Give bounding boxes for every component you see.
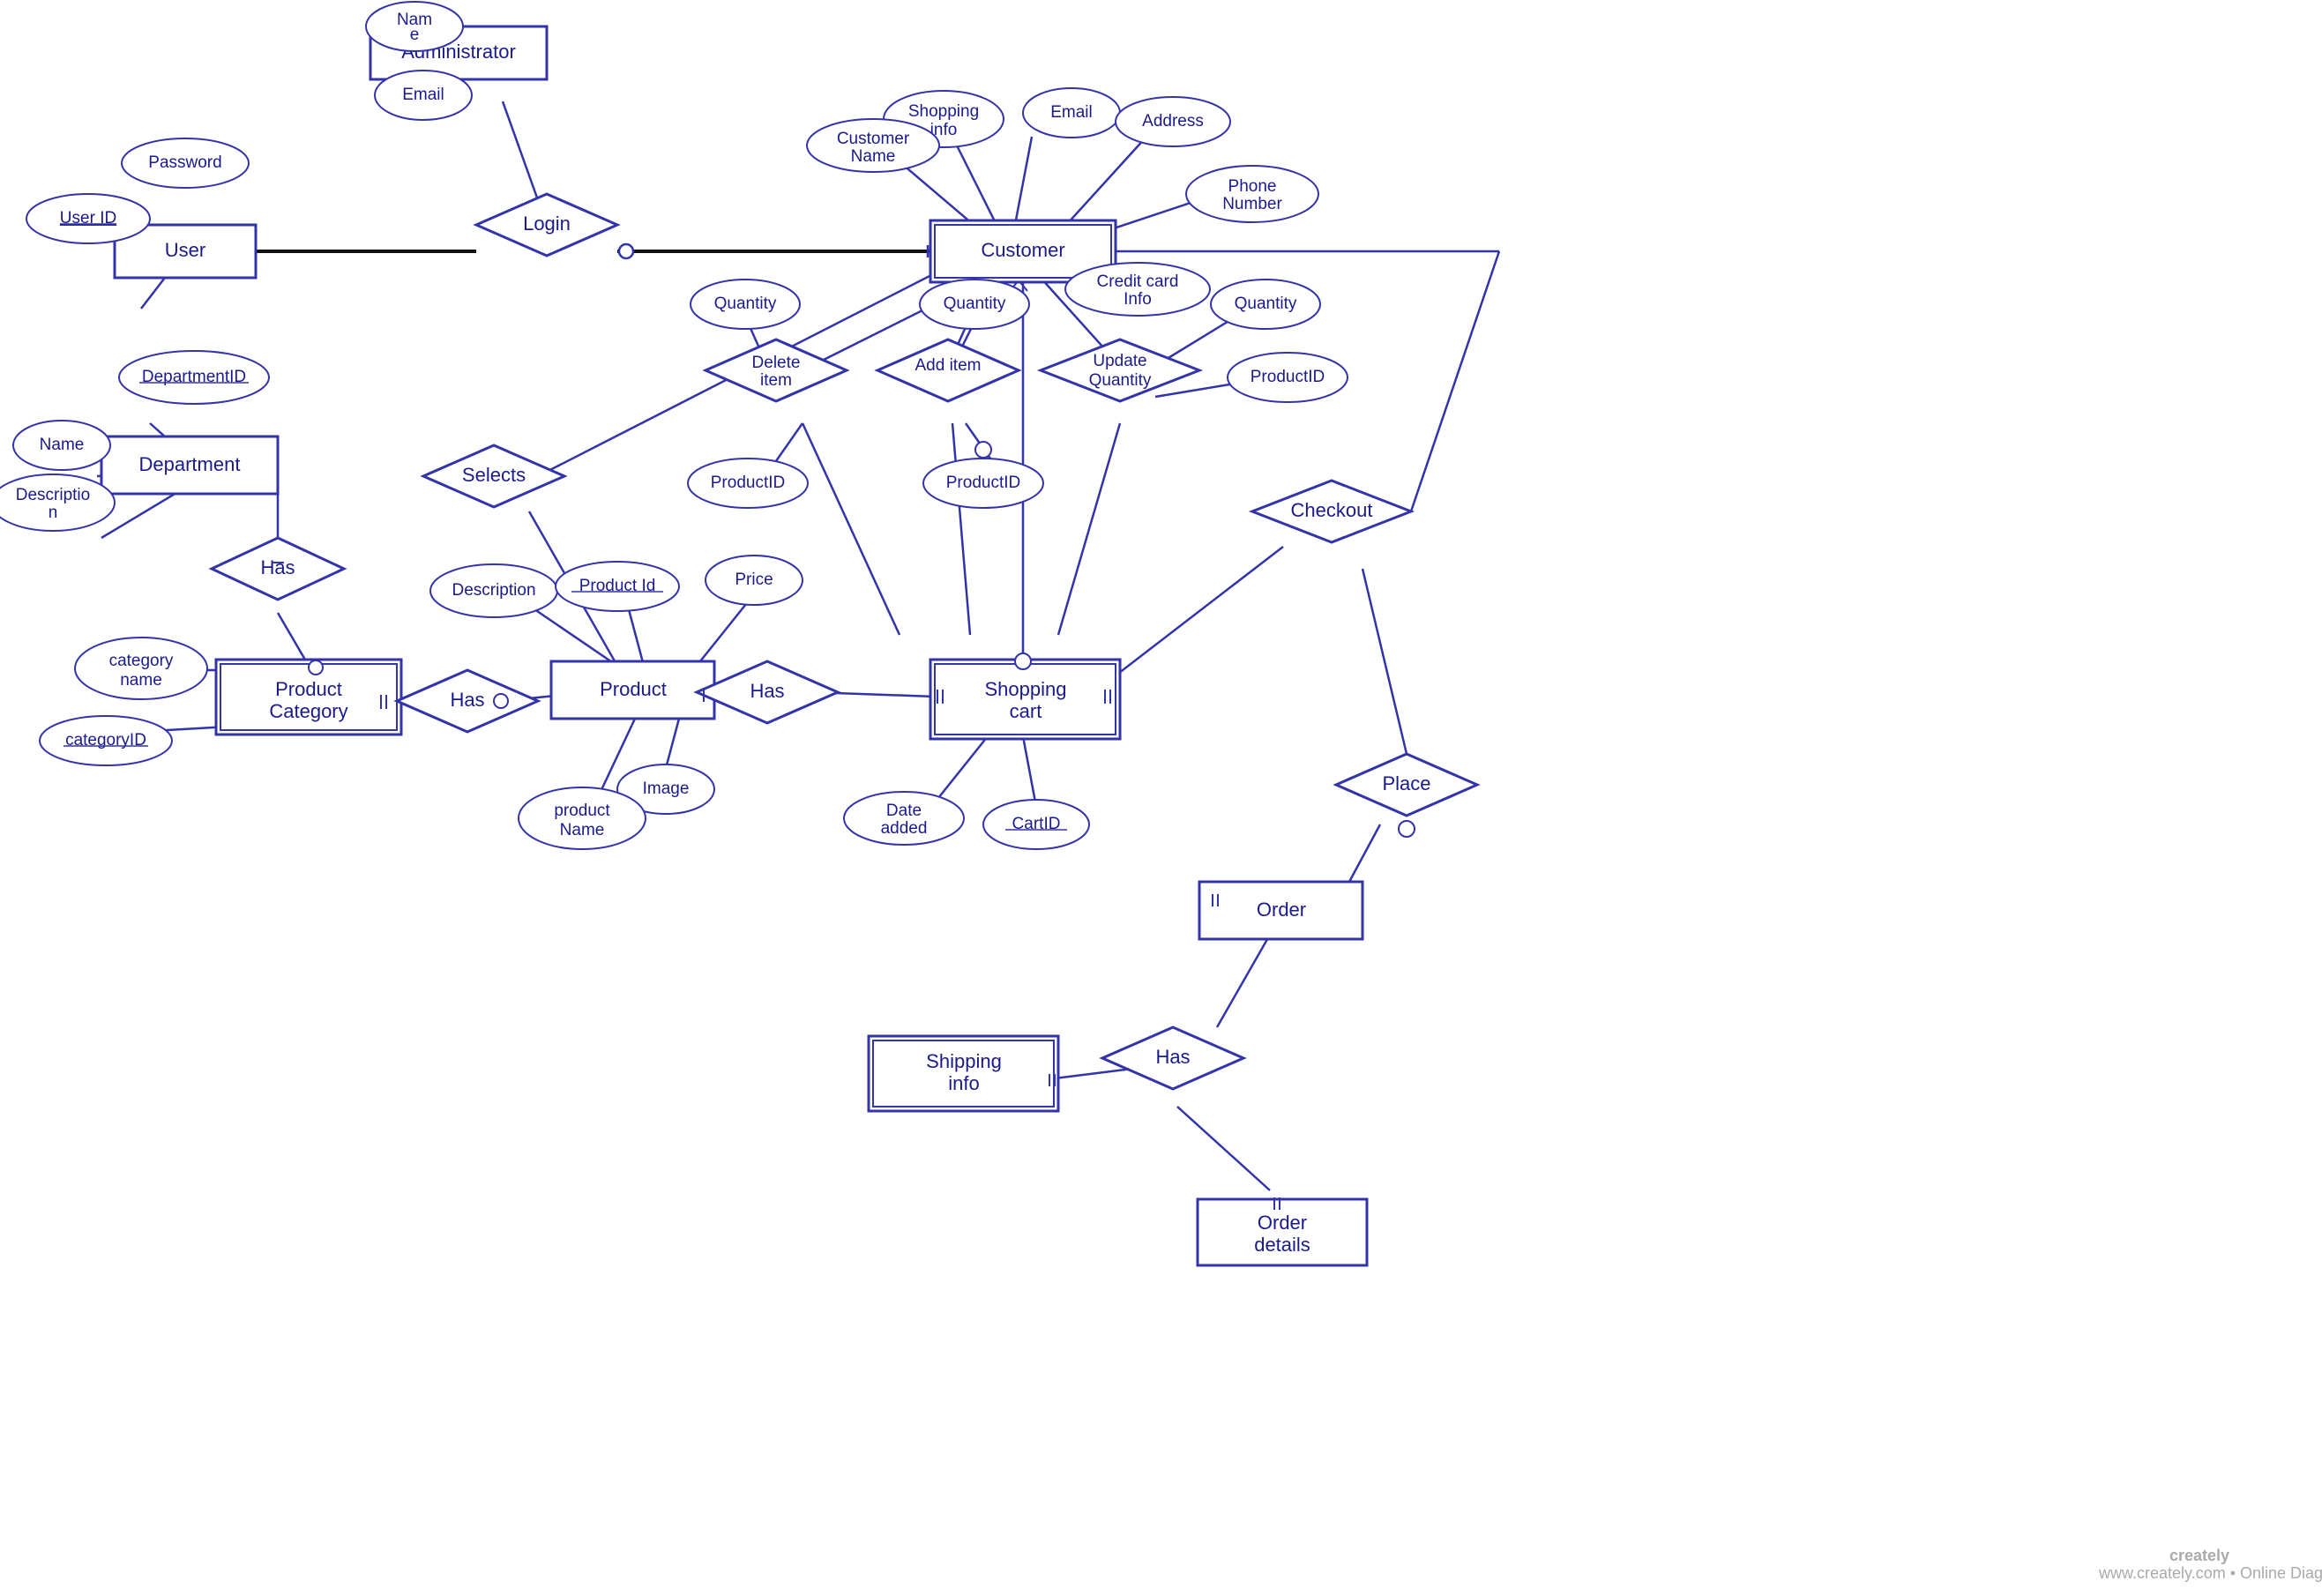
date-added-text2: added [881,819,928,838]
has-dept-label: Has [260,556,295,578]
user-label: User [165,239,205,261]
phone-text2: Number [1222,195,1282,213]
customer-name-text: Customer [837,130,910,148]
shipping-info-label: Shipping [926,1050,1002,1072]
shopping-cart-label2: cart [1010,700,1042,722]
add-pid-text: ProductID [946,474,1020,492]
phone-text: Phone [1228,177,1277,196]
add-item-label: Add item [915,356,982,375]
cat-id-text: categoryID [65,731,146,750]
department-label: Department [139,453,241,475]
credit-card-text2: Info [1124,290,1152,309]
customer-name-text2: Name [851,147,896,166]
admin-name-text2: e [410,26,420,44]
shopping-cart-label: Shopping [985,678,1067,700]
customer-label: Customer [981,239,1064,261]
prod-id-text: Product Id [579,577,656,595]
delete-item-label: Delete [752,354,801,372]
dept-desc-text: Descriptio [16,486,90,504]
has-prod-label: Has [750,680,784,702]
delete-item-label2: item [760,371,792,390]
update-qty-label: Update [1093,352,1146,370]
address-text: Address [1142,112,1204,131]
watermark-url: www.creately.com • Online Diagrammer [2098,1564,2322,1582]
update-qty-label2: Quantity [1089,371,1152,390]
upd-pid-text: ProductID [1251,368,1325,386]
prod-desc-text: Description [452,581,535,600]
credit-card-text: Credit card [1097,272,1179,291]
has-cat-label: Has [450,689,484,711]
prod-name-text2: Name [560,821,605,839]
selects-label: Selects [462,464,526,486]
date-added-text: Date [886,802,922,820]
dept-desc-text2: n [49,503,58,522]
cat-name-text2: name [120,671,162,690]
dept-id-text: DepartmentID [142,368,246,386]
has-order-label: Has [1155,1046,1190,1068]
shopping-info-text: Shopping [908,102,979,121]
product-category-label2: Category [269,700,347,722]
del-pid-text: ProductID [711,474,785,492]
user-id-text: User ID [60,209,116,227]
password-text: Password [148,153,221,172]
order-label: Order [1257,899,1306,921]
image-text: Image [643,779,690,798]
del-qty-text: Quantity [714,295,777,313]
order-details-label2: details [1254,1234,1310,1256]
shipping-info-label2: info [948,1072,979,1094]
er-diagram: Administrator User Customer Department P… [0,0,2322,1596]
upd-qty-text: Quantity [1235,295,1297,313]
product-category-label: Product [275,678,342,700]
cat-name-text: category [109,652,174,670]
checkout-label: Checkout [1291,499,1373,521]
product-label: Product [600,678,667,700]
admin-email-text: Email [402,86,444,104]
add-qty-text: Quantity [944,295,1006,313]
watermark: creately [2169,1547,2229,1564]
cart-id-text: CartID [1012,815,1061,833]
price-text: Price [735,571,773,589]
order-details-label: Order [1258,1212,1307,1234]
customer-email-text: Email [1050,103,1093,122]
login-label: Login [523,213,571,235]
place-label: Place [1382,772,1430,794]
prod-name-text: product [554,802,610,820]
dept-name-text: Name [40,436,85,454]
